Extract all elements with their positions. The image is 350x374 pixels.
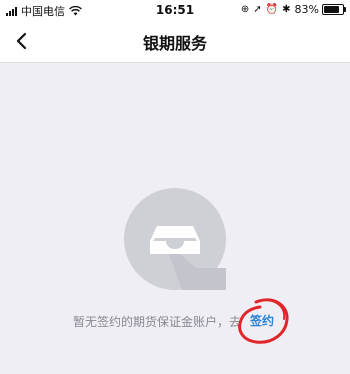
location-icon: ➚ (253, 4, 262, 15)
empty-tray-illustration (124, 188, 226, 290)
battery-percent: 83% (294, 3, 319, 16)
inbox-tray-icon (150, 226, 226, 290)
battery-icon (322, 4, 346, 15)
status-bar: 中国电信 16:51 ⊕ ➚ ⏰ ✱ 83% (0, 0, 350, 20)
page-title: 银期服务 (142, 34, 207, 53)
alarm-icon: ⏰ (265, 4, 279, 15)
annotation-circle (238, 298, 289, 344)
navigation-bar: 银期服务 (0, 20, 350, 63)
bluetooth-icon: ✱ (282, 4, 291, 15)
orientation-lock-icon: ⊕ (240, 4, 250, 15)
battery-fill (324, 6, 339, 13)
empty-state-message: 暂无签约的期货保证金账户，去 (73, 315, 242, 329)
status-right: ⊕ ➚ ⏰ ✱ 83% (237, 3, 346, 16)
